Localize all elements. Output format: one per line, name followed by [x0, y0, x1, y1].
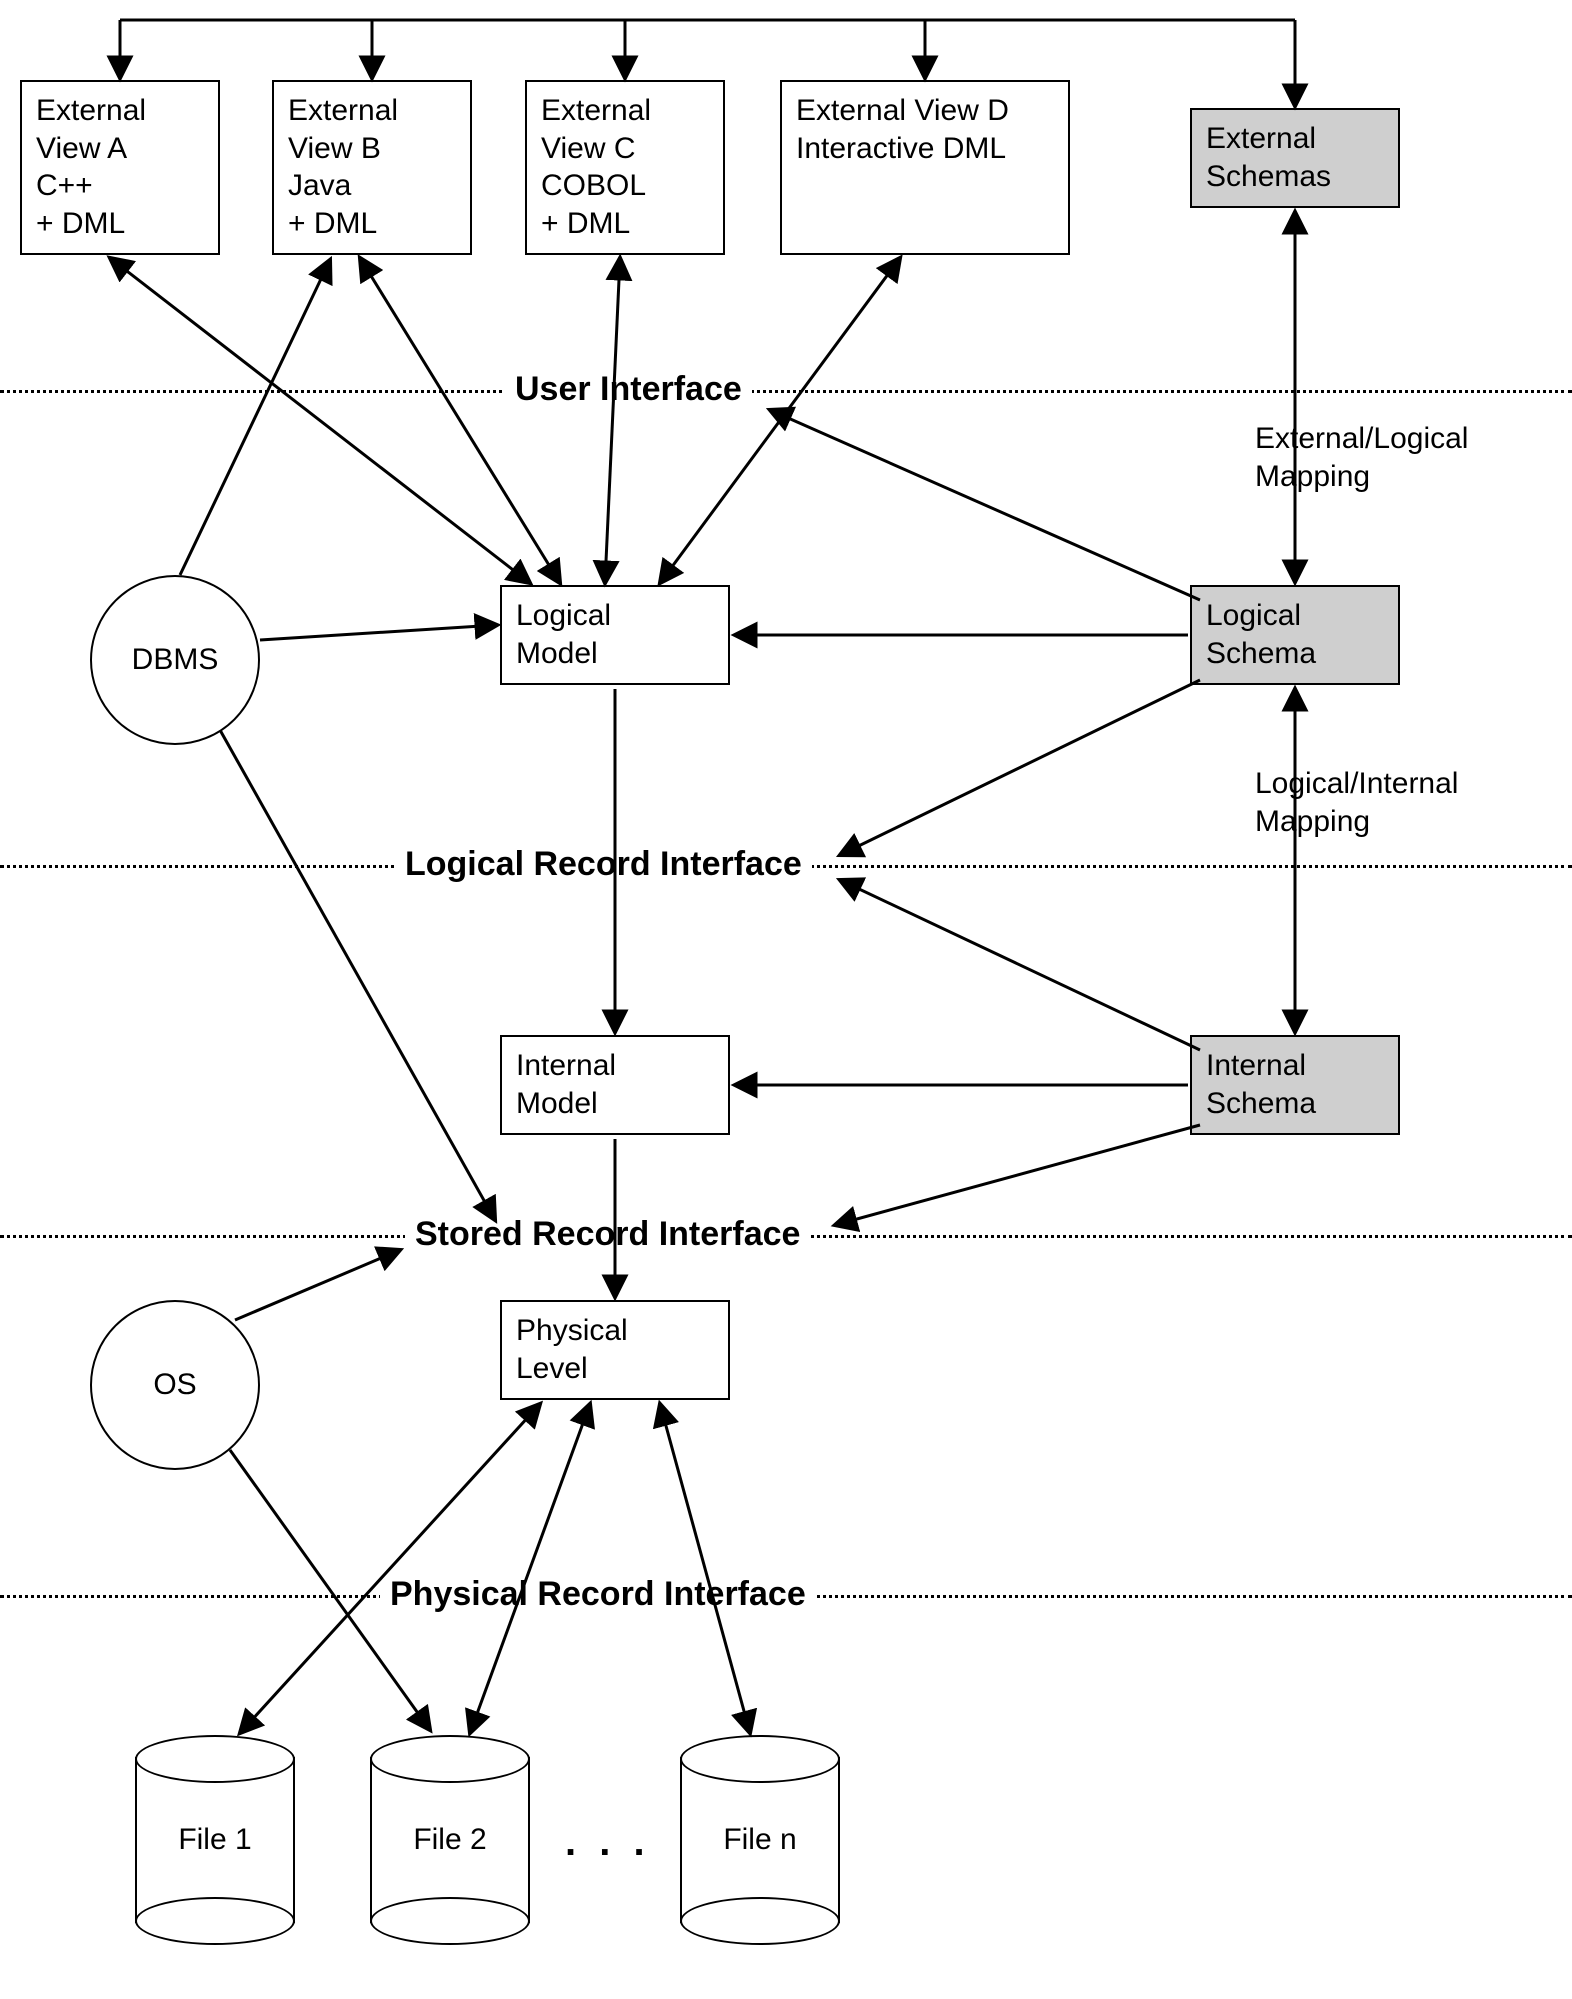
label-logical-record-interface: Logical Record Interface — [395, 845, 812, 884]
label-dbms: DBMS — [132, 643, 219, 677]
circle-dbms: DBMS — [90, 575, 260, 745]
box-logical-model: LogicalModel — [500, 585, 730, 685]
label-os: OS — [153, 1368, 196, 1402]
box-external-view-a: ExternalView AC+++ DML — [20, 80, 220, 255]
box-physical-level: PhysicalLevel — [500, 1300, 730, 1400]
label-external-logical-mapping: External/LogicalMapping — [1255, 420, 1468, 495]
box-internal-schema: InternalSchema — [1190, 1035, 1400, 1135]
label-stored-record-interface: Stored Record Interface — [405, 1215, 810, 1254]
label-file-n: File n — [723, 1823, 796, 1857]
label-file-2: File 2 — [413, 1823, 486, 1857]
cylinder-file-n: File n — [680, 1735, 840, 1945]
label-physical-record-interface: Physical Record Interface — [380, 1575, 816, 1614]
label-file-1: File 1 — [178, 1823, 251, 1857]
box-internal-model: InternalModel — [500, 1035, 730, 1135]
cylinder-file-1: File 1 — [135, 1735, 295, 1945]
ellipsis: . . . — [565, 1820, 651, 1865]
divider-user-interface — [0, 390, 1572, 393]
cylinder-file-2: File 2 — [370, 1735, 530, 1945]
box-logical-schema: LogicalSchema — [1190, 585, 1400, 685]
box-external-schemas: ExternalSchemas — [1190, 108, 1400, 208]
box-external-view-b: ExternalView BJava+ DML — [272, 80, 472, 255]
arrows-layer — [0, 0, 1572, 1999]
box-external-view-d: External View DInteractive DML — [780, 80, 1070, 255]
box-external-view-c: ExternalView CCOBOL+ DML — [525, 80, 725, 255]
label-logical-internal-mapping: Logical/InternalMapping — [1255, 765, 1458, 840]
circle-os: OS — [90, 1300, 260, 1470]
label-user-interface: User Interface — [505, 370, 752, 409]
